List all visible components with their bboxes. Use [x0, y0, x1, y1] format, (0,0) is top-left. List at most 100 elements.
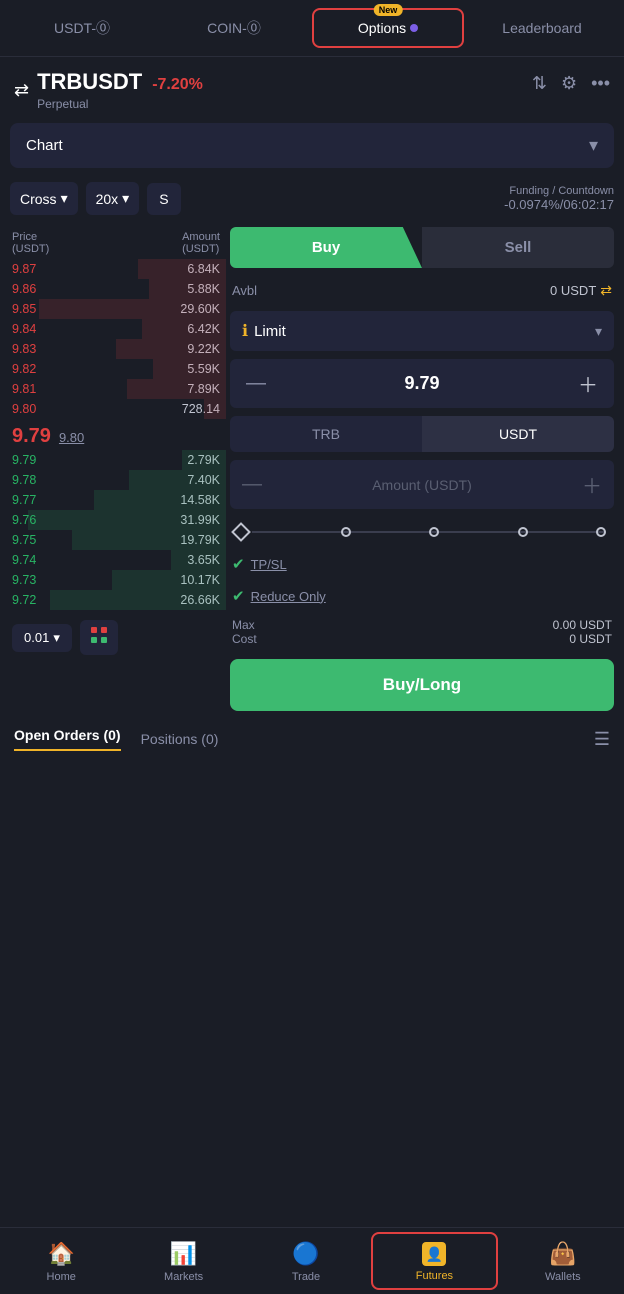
reduce-only-label[interactable]: Reduce Only — [251, 589, 326, 604]
max-value: 0.00 USDT — [553, 618, 612, 632]
sell-order-row[interactable]: 9.876.84K — [6, 259, 226, 279]
buy-order-row[interactable]: 9.7519.79K — [6, 530, 226, 550]
tab-usdt[interactable]: USDT-⓪ — [8, 8, 156, 48]
tab-options[interactable]: New Options — [312, 8, 464, 48]
sell-order-row[interactable]: 9.839.22K — [6, 339, 226, 359]
sell-order-row[interactable]: 9.8529.60K — [6, 299, 226, 319]
info-icon: ℹ — [242, 321, 248, 341]
leverage-button[interactable]: 20x ▾ — [86, 182, 140, 215]
grid-icon[interactable] — [80, 620, 118, 655]
home-icon: 🏠 — [48, 1241, 75, 1267]
pair-change: -7.20% — [152, 76, 203, 94]
tp-sl-label[interactable]: TP/SL — [251, 557, 287, 572]
markets-icon: 📊 — [170, 1241, 197, 1267]
swap-icon: ⇄ — [14, 80, 29, 101]
tp-sl-check-icon: ✔ — [232, 555, 245, 573]
amount-placeholder[interactable]: Amount (USDT) — [372, 477, 472, 493]
sell-order-row[interactable]: 9.80728.14 — [6, 399, 226, 419]
mid-ref-price: 9.80 — [59, 430, 84, 445]
pair-header: ⇄ TRBUSDT -7.20% Perpetual ⇅ ⚙ ••• — [0, 57, 624, 119]
futures-icon: 👤 — [422, 1242, 446, 1266]
open-orders-tab[interactable]: Open Orders (0) — [14, 727, 121, 751]
price-plus-button[interactable]: ＋ — [574, 369, 602, 398]
mid-price: 9.79 — [12, 425, 51, 448]
slider-row[interactable] — [230, 521, 614, 551]
buy-order-row[interactable]: 9.792.79K — [6, 450, 226, 470]
more-icon[interactable]: ••• — [591, 73, 610, 94]
chart-switch-icon[interactable]: ⇅ — [532, 73, 547, 94]
price-input-row: — 9.79 ＋ — [230, 359, 614, 408]
max-cost-row: MaxCost 0.00 USDT 0 USDT — [230, 615, 614, 649]
nav-home[interactable]: 🏠 Home — [0, 1231, 122, 1291]
options-new-badge: New — [374, 4, 403, 16]
sell-order-row[interactable]: 9.865.88K — [6, 279, 226, 299]
nav-trade[interactable]: 🔵 Trade — [245, 1231, 367, 1291]
pair-type: Perpetual — [37, 97, 203, 111]
slider-dot-75[interactable] — [518, 527, 528, 537]
buy-order-row[interactable]: 9.7631.99K — [6, 510, 226, 530]
amount-minus-button[interactable]: — — [242, 473, 262, 496]
mid-price-row: 9.79 9.80 — [6, 419, 226, 450]
trade-panel: Buy Sell Avbl 0 USDT ⇄ ℹ Limit ▾ — 9.79 … — [226, 227, 618, 711]
sell-order-row[interactable]: 9.817.89K — [6, 379, 226, 399]
buy-order-row[interactable]: 9.7714.58K — [6, 490, 226, 510]
reduce-only-row[interactable]: ✔ Reduce Only — [230, 583, 614, 609]
buy-order-row[interactable]: 9.7310.17K — [6, 570, 226, 590]
sell-orders-list: 9.876.84K9.865.88K9.8529.60K9.846.42K9.8… — [6, 259, 226, 419]
options-dot — [410, 24, 418, 32]
positions-tab[interactable]: Positions (0) — [141, 731, 219, 747]
settings-icon[interactable]: ⚙ — [561, 73, 577, 94]
tab-leaderboard[interactable]: Leaderboard — [468, 10, 616, 46]
buy-tab[interactable]: Buy — [230, 227, 422, 268]
size-button[interactable]: S — [147, 183, 180, 215]
buy-order-row[interactable]: 9.7226.66K — [6, 590, 226, 610]
slider-handle[interactable] — [231, 522, 251, 542]
sell-order-row[interactable]: 9.846.42K — [6, 319, 226, 339]
tab-coin[interactable]: COIN-⓪ — [160, 8, 308, 48]
buy-long-button[interactable]: Buy/Long — [230, 659, 614, 711]
price-value[interactable]: 9.79 — [404, 373, 439, 394]
sell-tab[interactable]: Sell — [422, 227, 614, 268]
price-minus-button[interactable]: — — [242, 372, 270, 395]
buy-order-row[interactable]: 9.743.65K — [6, 550, 226, 570]
currency-trb-button[interactable]: TRB — [230, 416, 422, 452]
nav-futures[interactable]: 👤 Futures — [371, 1232, 497, 1290]
currency-usdt-button[interactable]: USDT — [422, 416, 614, 452]
wallets-icon: 👜 — [549, 1241, 576, 1267]
slider-dot-25[interactable] — [341, 527, 351, 537]
orders-menu-icon[interactable]: ☰ — [594, 729, 610, 750]
orders-section: Open Orders (0) Positions (0) ☰ — [0, 711, 624, 759]
order-book: Price(USDT) Amount(USDT) 9.876.84K9.865.… — [6, 227, 226, 711]
tp-sl-row[interactable]: ✔ TP/SL — [230, 551, 614, 577]
pair-symbol: TRBUSDT — [37, 69, 142, 95]
lot-size-button[interactable]: 0.01 ▾ — [12, 624, 72, 652]
buy-sell-tabs: Buy Sell — [230, 227, 614, 268]
order-type-chevron-icon: ▾ — [595, 323, 602, 340]
cost-value: 0 USDT — [553, 632, 612, 646]
avbl-row: Avbl 0 USDT ⇄ — [230, 278, 614, 303]
nav-markets[interactable]: 📊 Markets — [122, 1231, 244, 1291]
amount-plus-button[interactable]: ＋ — [582, 470, 602, 499]
main-content: Price(USDT) Amount(USDT) 9.876.84K9.865.… — [0, 227, 624, 711]
reduce-only-check-icon: ✔ — [232, 587, 245, 605]
slider-dot-100[interactable] — [596, 527, 606, 537]
funding-info: Funding / Countdown -0.0974%/06:02:17 — [504, 185, 614, 212]
trade-icon: 🔵 — [292, 1241, 319, 1267]
nav-wallets[interactable]: 👜 Wallets — [502, 1231, 624, 1291]
margin-type-button[interactable]: Cross ▾ — [10, 182, 78, 215]
order-type-label: Limit — [254, 323, 589, 340]
slider-track[interactable] — [252, 531, 606, 533]
order-type-selector[interactable]: ℹ Limit ▾ — [230, 311, 614, 351]
tab-bar: USDT-⓪ COIN-⓪ New Options Leaderboard — [0, 0, 624, 57]
chart-chevron-icon: ▾ — [589, 135, 598, 156]
sell-order-row[interactable]: 9.825.59K — [6, 359, 226, 379]
slider-dot-50[interactable] — [429, 527, 439, 537]
buy-order-row[interactable]: 9.787.40K — [6, 470, 226, 490]
avbl-label: Avbl — [232, 283, 257, 298]
buy-orders-list: 9.792.79K9.787.40K9.7714.58K9.7631.99K9.… — [6, 450, 226, 610]
controls-row: Cross ▾ 20x ▾ S Funding / Countdown -0.0… — [0, 172, 624, 221]
avbl-value: 0 USDT ⇄ — [550, 282, 612, 299]
chart-label: Chart — [26, 137, 63, 154]
transfer-icon[interactable]: ⇄ — [600, 282, 612, 299]
chart-section[interactable]: Chart ▾ — [10, 123, 614, 168]
